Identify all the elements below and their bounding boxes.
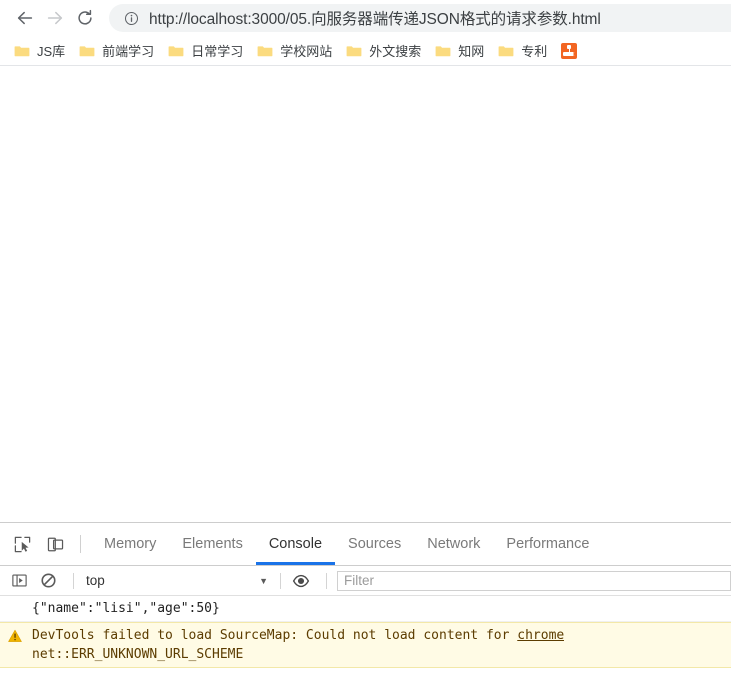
toolbar-divider [80, 535, 81, 553]
devtools-panel: Memory Elements Console Sources Network … [0, 523, 731, 696]
bookmark-label: 前端学习 [102, 44, 155, 59]
forward-button[interactable] [40, 3, 70, 33]
tab-performance[interactable]: Performance [493, 523, 602, 565]
console-toolbar: top ▼ [0, 566, 731, 596]
console-warning-text: DevTools failed to load SourceMap: Could… [32, 626, 564, 664]
warning-text-before: DevTools failed to load SourceMap: Could… [32, 628, 518, 643]
tab-memory[interactable]: Memory [91, 523, 169, 565]
bookmark-item[interactable]: 知网 [431, 39, 492, 63]
inspect-element-icon [14, 536, 30, 552]
device-toolbar-icon [47, 537, 63, 551]
javascript-context-select[interactable]: top ▼ [82, 570, 272, 592]
tab-sources[interactable]: Sources [335, 523, 414, 565]
tab-network[interactable]: Network [414, 523, 493, 565]
console-toolbar-divider [280, 572, 281, 589]
bookmark-item[interactable]: 专利 [494, 39, 555, 63]
folder-icon [435, 45, 451, 56]
folder-icon [498, 45, 514, 56]
bookmark-label: 学校网站 [280, 44, 333, 59]
folder-icon [168, 45, 184, 56]
console-log-text: {"name":"lisi","age":50} [32, 601, 220, 616]
forward-arrow-icon [47, 11, 63, 25]
warning-triangle-icon [8, 629, 22, 642]
bookmark-label: 外文搜索 [369, 44, 422, 59]
page-content-viewport [0, 66, 731, 523]
sourcemap-link[interactable]: chrome [517, 628, 564, 643]
chevron-down-icon: ▼ [259, 575, 268, 586]
xmind-app-icon [561, 42, 578, 59]
bookmark-item[interactable]: JS库 [10, 39, 73, 63]
back-button[interactable] [10, 3, 40, 33]
console-message-list: {"name":"lisi","age":50} DevTools failed… [0, 596, 731, 696]
bookmark-item[interactable] [557, 39, 592, 63]
bookmark-item[interactable]: 日常学习 [164, 39, 251, 63]
reload-button[interactable] [70, 3, 100, 33]
tab-elements[interactable]: Elements [169, 523, 255, 565]
bookmark-label: 日常学习 [191, 44, 244, 59]
info-circle-icon[interactable] [122, 9, 140, 27]
console-sidebar-icon [11, 574, 27, 587]
warning-text-after: net::ERR_UNKNOWN_URL_SCHEME [32, 647, 244, 662]
device-toolbar-button[interactable] [41, 530, 69, 558]
console-filter-input[interactable] [337, 570, 731, 591]
folder-icon [257, 45, 273, 56]
context-label: top [86, 573, 105, 588]
console-toolbar-divider [73, 572, 74, 589]
bookmark-item[interactable]: 外文搜索 [342, 39, 429, 63]
url-text: http://localhost:3000/05.向服务器端传递JSON格式的请… [149, 11, 601, 28]
tab-label: Console [268, 536, 323, 552]
folder-icon [79, 45, 95, 56]
tab-label: Performance [506, 536, 590, 552]
bookmark-item[interactable]: 学校网站 [253, 39, 340, 63]
tab-label: Memory [104, 536, 157, 552]
clear-console-button[interactable] [36, 569, 60, 593]
tab-console[interactable]: Console [255, 523, 336, 565]
devtools-tabbar: Memory Elements Console Sources Network … [0, 523, 731, 566]
folder-icon [14, 45, 30, 56]
console-sidebar-button[interactable] [7, 569, 31, 593]
bookmark-label: JS库 [37, 44, 66, 59]
live-expression-button[interactable] [289, 569, 313, 593]
bookmark-item[interactable]: 前端学习 [75, 39, 162, 63]
reload-icon [78, 9, 92, 25]
bookmark-label: 知网 [458, 44, 485, 59]
back-arrow-icon [17, 11, 33, 25]
address-bar[interactable]: http://localhost:3000/05.向服务器端传递JSON格式的请… [109, 4, 731, 32]
tab-label: Elements [182, 536, 243, 552]
inspect-element-button[interactable] [8, 530, 36, 558]
browser-toolbar: http://localhost:3000/05.向服务器端传递JSON格式的请… [0, 0, 731, 36]
tab-label: Network [427, 536, 481, 552]
console-warning-message[interactable]: DevTools failed to load SourceMap: Could… [0, 622, 731, 668]
console-log-message[interactable]: {"name":"lisi","age":50} [0, 596, 731, 622]
bookmarks-bar: JS库 前端学习 日常学习 学校网站 外文搜索 知网 专利 [0, 36, 731, 66]
folder-icon [346, 45, 362, 56]
console-toolbar-divider [326, 572, 327, 589]
tab-label: Sources [348, 536, 402, 552]
bookmark-label: 专利 [521, 44, 548, 59]
clear-console-icon [40, 573, 56, 588]
eye-icon [292, 574, 310, 587]
